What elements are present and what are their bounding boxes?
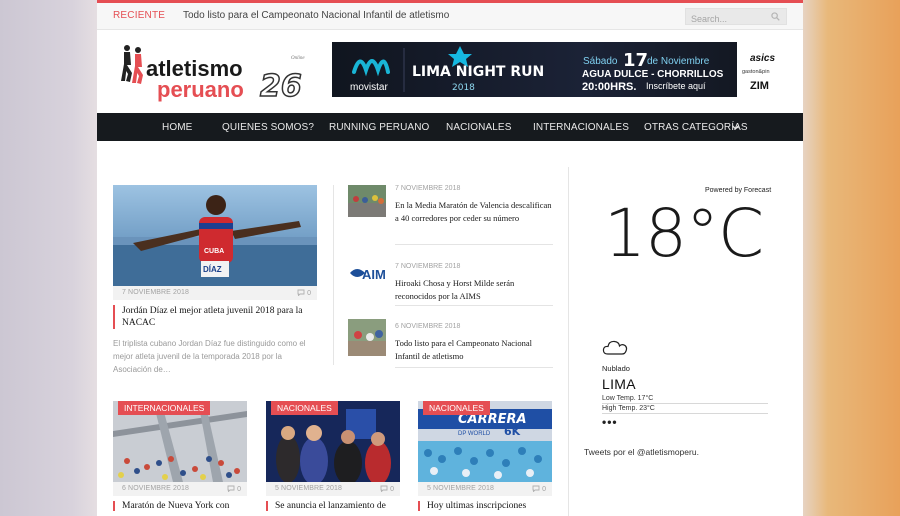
sponsor-gaston: gaston&pin (742, 69, 770, 75)
aims-text: AIM (362, 267, 386, 282)
card-title[interactable]: Hoy ultimas inscripciones (418, 501, 552, 511)
jersey-text: CUBA (204, 248, 224, 255)
card-comments[interactable]: 0 (532, 485, 546, 493)
card-category-tag[interactable]: NACIONALES (271, 401, 338, 415)
weather-low-temp: Low Temp. 17°C (602, 395, 768, 404)
comment-icon (297, 289, 305, 297)
nav-internacionales[interactable]: INTERNACIONALES (533, 122, 629, 133)
lima-night-run-banner[interactable]: movistar LIMA NIGHT RUN 2018 Sábado 17 d… (332, 42, 787, 97)
banner-time: 20:00HRS. (582, 81, 636, 93)
nav-quienes-somos[interactable]: QUIENES SOMOS? (222, 122, 314, 133)
side-title[interactable]: Todo listo para el Campeonato Nacional I… (395, 337, 553, 363)
tweets-link[interactable]: Tweets por el @atletismoperu. (584, 447, 699, 457)
search-input[interactable] (686, 11, 766, 27)
banner-date-prefix: Sábado (583, 56, 618, 67)
side-thumb[interactable] (348, 319, 386, 356)
page: RECIENTE Todo listo para el Campeonato N… (97, 0, 803, 516)
cloud-icon (602, 340, 628, 355)
card-meta: 6 NOVIEMBRE 2018 0 (113, 482, 247, 496)
side-thumb[interactable] (348, 185, 386, 217)
featured-meta: 7 NOVIEMBRE 2018 0 (113, 286, 317, 300)
side-date: 7 NOVIEMBRE 2018 (395, 263, 461, 270)
sidebar-divider (568, 167, 569, 516)
weather-high-temp: High Temp. 23°C (602, 405, 768, 414)
search-box[interactable] (685, 8, 787, 27)
banner-year: 2018 (452, 83, 475, 93)
side-thumb[interactable]: AIM (348, 263, 386, 284)
banner-month: de Noviembre (647, 56, 710, 67)
search-icon[interactable] (771, 12, 780, 21)
divider (395, 305, 553, 306)
powered-by-forecast-link[interactable]: Powered by Forecast (705, 187, 771, 194)
recent-headline-link[interactable]: Todo listo para el Campeonato Nacional I… (183, 10, 449, 21)
recent-label: RECIENTE (113, 10, 166, 21)
banner-cta: Inscríbete aquí (646, 81, 706, 91)
comment-icon (532, 485, 540, 493)
card-comment-count: 0 (237, 486, 241, 493)
sponsor-zim: ZIM (750, 80, 769, 92)
banner-event: LIMA NIGHT RUN (412, 64, 544, 80)
card-comment-count: 0 (390, 486, 394, 493)
side-title[interactable]: Hiroaki Chosa y Horst Milde serán recono… (395, 277, 553, 303)
weather-condition: Nublado (602, 364, 630, 373)
side-title[interactable]: En la Media Maratón de Valencia descalif… (395, 199, 553, 225)
card-category-tag[interactable]: NACIONALES (423, 401, 490, 415)
site-header: atletismo peruano 26 Online movistar LIM… (97, 30, 803, 113)
nav-nacionales[interactable]: NACIONALES (446, 122, 511, 133)
banner-day: 17 (623, 50, 648, 71)
site-logo[interactable]: atletismo peruano 26 Online (113, 43, 308, 103)
featured-title-line1: Jordán Díaz el mejor atleta juvenil 2018… (122, 306, 303, 316)
main-nav: HOME QUIENES SOMOS? RUNNING PERUANO NACI… (97, 113, 803, 141)
logo-number: 26 (260, 69, 302, 103)
card-comments[interactable]: 0 (227, 485, 241, 493)
comment-icon (380, 485, 388, 493)
card-image-text-dpworld: DP WORLD (458, 431, 491, 437)
featured-comment-count: 0 (307, 290, 311, 297)
card-date: 6 NOVIEMBRE 2018 (122, 485, 189, 492)
comment-icon (227, 485, 235, 493)
card-meta: 5 NOVIEMBRE 2018 0 (266, 482, 400, 496)
featured-title[interactable]: Jordán Díaz el mejor atleta juvenil 2018… (113, 305, 323, 329)
banner-brand: movistar (350, 82, 388, 93)
featured-excerpt: El triplista cubano Jordan Díaz fue dist… (113, 339, 306, 374)
card-category-tag[interactable]: INTERNACIONALES (118, 401, 211, 415)
weather-widget: Powered by Forecast 18°C Nublado LIMA Lo… (584, 141, 803, 516)
featured-title-line2: NACAC (122, 318, 156, 328)
divider (395, 244, 553, 245)
card-comment-count: 0 (542, 486, 546, 493)
banner-graphic: movistar LIMA NIGHT RUN 2018 Sábado 17 d… (332, 42, 787, 97)
card-meta: 5 NOVIEMBRE 2018 0 (418, 482, 552, 496)
nav-home[interactable]: HOME (162, 122, 192, 133)
top-bar: RECIENTE Todo listo para el Campeonato N… (97, 0, 803, 30)
chevron-down-icon[interactable] (732, 125, 739, 130)
logo-tagline: Online (291, 56, 305, 61)
card-title[interactable]: Se anuncia el lanzamiento de (266, 501, 400, 511)
sponsor-asics: asics (750, 53, 775, 64)
featured-date: 7 NOVIEMBRE 2018 (122, 289, 189, 296)
nav-running-peruano[interactable]: RUNNING PERUANO (329, 122, 429, 133)
weather-city: LIMA (602, 376, 636, 392)
main-content: CUBA DÍAZ 7 NOVIEMBRE 2018 0 Jordán Díaz… (97, 141, 803, 516)
weather-more-button[interactable]: ••• (602, 415, 618, 429)
featured-comments[interactable]: 0 (297, 289, 311, 297)
weather-temperature: 18°C (604, 195, 764, 272)
card-image-text-6k: 6K (504, 425, 521, 438)
card-comments[interactable]: 0 (380, 485, 394, 493)
side-date: 7 NOVIEMBRE 2018 (395, 185, 461, 192)
divider (395, 367, 553, 368)
card-date: 5 NOVIEMBRE 2018 (427, 485, 494, 492)
logo-text-peruano: peruano (157, 77, 244, 102)
banner-location: AGUA DULCE - CHORRILLOS (582, 69, 724, 80)
bib-text: DÍAZ (203, 265, 222, 274)
card-date: 5 NOVIEMBRE 2018 (275, 485, 342, 492)
card-title[interactable]: Maratón de Nueva York con (113, 501, 247, 511)
column-divider (333, 185, 334, 365)
featured-image[interactable]: CUBA DÍAZ (113, 185, 317, 286)
side-date: 6 NOVIEMBRE 2018 (395, 323, 461, 330)
